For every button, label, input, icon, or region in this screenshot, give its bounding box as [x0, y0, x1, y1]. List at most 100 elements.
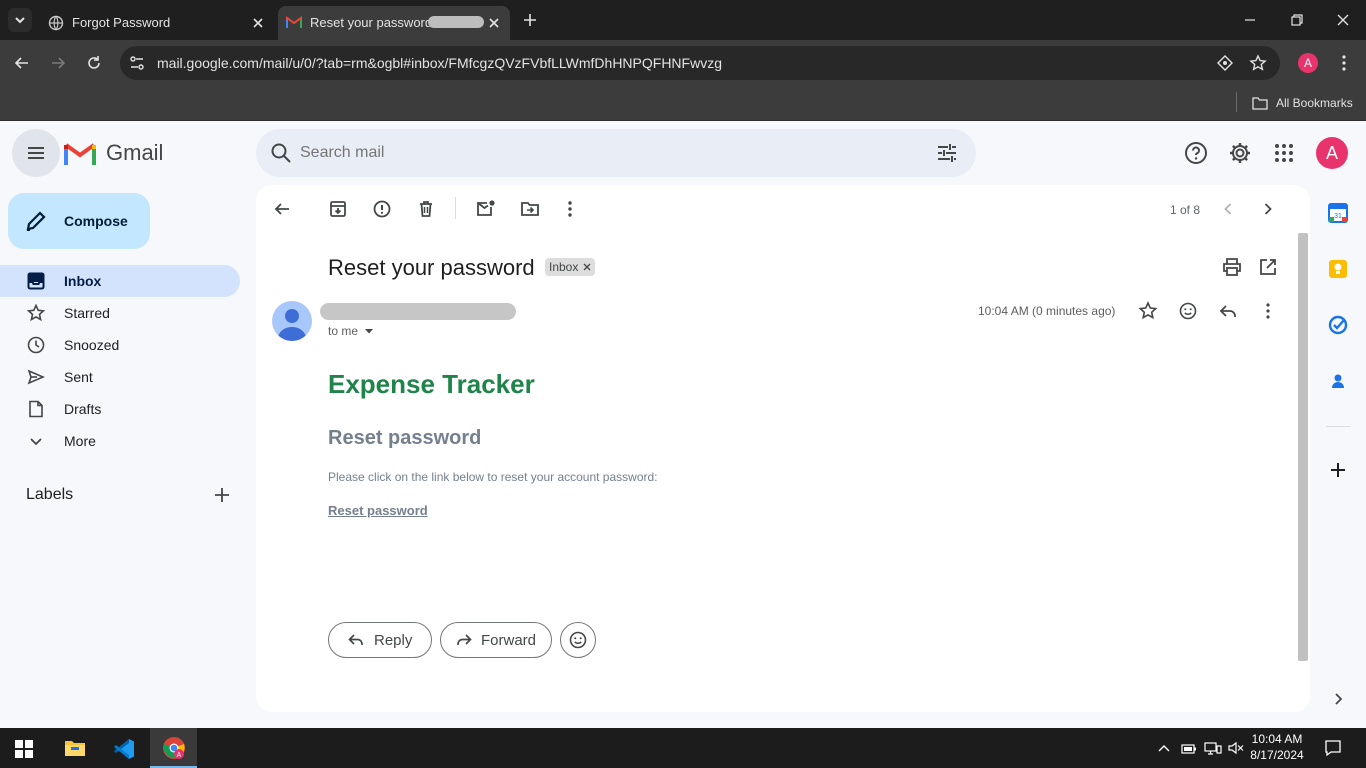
- all-bookmarks-button[interactable]: All Bookmarks: [1252, 92, 1353, 114]
- nav-label: Drafts: [64, 401, 102, 417]
- notifications-icon[interactable]: [1324, 739, 1342, 757]
- print-icon[interactable]: [1222, 257, 1242, 277]
- chrome-taskbar-button[interactable]: A: [150, 728, 197, 768]
- gmail-app: Gmail A Compose Inbox Star: [0, 121, 1366, 728]
- reply-button[interactable]: Reply: [328, 622, 432, 658]
- gmail-logo[interactable]: Gmail: [64, 139, 163, 167]
- show-hidden-icons-chevron-up-icon[interactable]: [1157, 742, 1171, 754]
- settings-gear-icon[interactable]: [1228, 141, 1252, 165]
- report-spam-icon[interactable]: [372, 199, 392, 219]
- nav-label: Starred: [64, 305, 110, 321]
- draft-icon: [27, 400, 45, 418]
- newer-chevron-left-icon[interactable]: [1218, 199, 1238, 219]
- reply-icon[interactable]: [1218, 301, 1238, 321]
- get-addons-icon[interactable]: [1328, 460, 1348, 480]
- calendar-icon[interactable]: 31: [1328, 203, 1348, 223]
- back-to-inbox-icon[interactable]: [272, 199, 292, 219]
- smiley-icon: [568, 630, 588, 650]
- browser-toolbar: mail.google.com/mail/u/0/?tab=rm&ogbl#in…: [0, 40, 1366, 86]
- email-instruction: Please click on the link below to reset …: [328, 470, 658, 484]
- clock[interactable]: 10:04 AM 8/17/2024: [1248, 731, 1306, 763]
- battery-icon[interactable]: [1181, 741, 1197, 755]
- network-icon[interactable]: [1204, 741, 1222, 755]
- search-options-icon[interactable]: [936, 142, 958, 164]
- pagination-text: 1 of 8: [1170, 203, 1201, 217]
- vscode-icon[interactable]: [112, 737, 136, 761]
- inbox-label-chip[interactable]: Inbox: [545, 258, 596, 276]
- sender-avatar[interactable]: [272, 301, 312, 341]
- emoji-reaction-button[interactable]: [560, 622, 596, 658]
- recipient-details[interactable]: to me: [328, 324, 374, 338]
- site-info-icon[interactable]: [128, 54, 146, 72]
- delete-icon[interactable]: [416, 199, 436, 219]
- support-icon[interactable]: [1184, 141, 1208, 165]
- nav-starred[interactable]: Starred: [0, 297, 240, 329]
- close-window-icon[interactable]: [1335, 12, 1351, 28]
- compose-button[interactable]: Compose: [8, 193, 150, 249]
- volume-muted-icon[interactable]: [1228, 741, 1244, 755]
- file-explorer-icon[interactable]: [64, 738, 86, 758]
- lens-icon[interactable]: [1216, 54, 1234, 72]
- nav-more[interactable]: More: [0, 425, 240, 457]
- search-bar[interactable]: [256, 129, 976, 177]
- reset-password-link[interactable]: Reset password: [328, 503, 428, 518]
- tasks-icon[interactable]: [1328, 315, 1348, 335]
- toolbar-divider: [455, 197, 456, 219]
- move-to-icon[interactable]: [520, 199, 540, 219]
- message-scrollbar[interactable]: [1298, 233, 1308, 661]
- back-icon[interactable]: [12, 53, 32, 73]
- profile-avatar[interactable]: A: [1298, 53, 1318, 73]
- archive-icon[interactable]: [328, 199, 348, 219]
- side-panel: 31: [1318, 121, 1366, 728]
- add-label-icon[interactable]: [212, 485, 232, 505]
- caret-down-icon: [364, 327, 374, 335]
- sender-name-redacted: [320, 303, 516, 320]
- open-new-window-icon[interactable]: [1258, 257, 1278, 277]
- hide-side-panel-icon[interactable]: [1330, 691, 1346, 707]
- tab-forgot-password[interactable]: Forgot Password: [36, 6, 274, 40]
- redacted-block: [428, 16, 484, 28]
- nav-drafts[interactable]: Drafts: [0, 393, 240, 425]
- restore-icon[interactable]: [1289, 12, 1305, 28]
- svg-text:31: 31: [1334, 213, 1342, 220]
- labels-heading: Labels: [26, 486, 74, 503]
- tab-search-dropdown-icon[interactable]: [8, 8, 32, 32]
- nav-label: Inbox: [64, 273, 102, 289]
- forward-icon[interactable]: [48, 53, 68, 73]
- tab-reset-password[interactable]: Reset your password -: [278, 6, 510, 40]
- folder-icon: [1252, 96, 1268, 110]
- reload-icon[interactable]: [84, 53, 104, 73]
- message-more-icon[interactable]: [1258, 301, 1278, 321]
- search-input[interactable]: [300, 141, 900, 165]
- compose-label: Compose: [64, 213, 128, 229]
- browser-tab-bar: Forgot Password Reset your password -: [0, 0, 1366, 40]
- google-apps-icon[interactable]: [1274, 143, 1294, 163]
- address-bar[interactable]: mail.google.com/mail/u/0/?tab=rm&ogbl#in…: [120, 46, 1280, 80]
- nav-sent[interactable]: Sent: [0, 361, 240, 393]
- windows-start-icon[interactable]: [15, 740, 33, 758]
- browser-menu-icon[interactable]: [1334, 53, 1354, 73]
- main-menu-button[interactable]: [12, 129, 60, 177]
- star-message-icon[interactable]: [1138, 301, 1158, 321]
- add-reaction-icon[interactable]: [1178, 301, 1198, 321]
- forward-button[interactable]: Forward: [440, 622, 552, 658]
- remove-label-icon[interactable]: [583, 263, 591, 271]
- nav-snoozed[interactable]: Snoozed: [0, 329, 240, 361]
- contacts-icon[interactable]: [1328, 371, 1348, 391]
- minimize-icon[interactable]: [1242, 12, 1258, 28]
- more-actions-icon[interactable]: [560, 199, 580, 219]
- clock-time: 10:04 AM: [1251, 732, 1303, 746]
- hamburger-icon: [26, 143, 46, 163]
- new-tab-icon[interactable]: [520, 10, 540, 30]
- nav-inbox[interactable]: Inbox: [0, 265, 240, 297]
- globe-icon: [48, 15, 64, 31]
- chevron-down-icon: [27, 432, 45, 450]
- mark-unread-icon[interactable]: [476, 199, 496, 219]
- forward-arrow-icon: [455, 631, 473, 649]
- keep-icon[interactable]: [1328, 259, 1348, 279]
- close-tab-icon[interactable]: [250, 15, 266, 31]
- older-chevron-right-icon[interactable]: [1258, 199, 1278, 219]
- bookmark-star-icon[interactable]: [1249, 54, 1267, 72]
- close-tab-icon[interactable]: [486, 15, 502, 31]
- search-icon[interactable]: [270, 142, 292, 164]
